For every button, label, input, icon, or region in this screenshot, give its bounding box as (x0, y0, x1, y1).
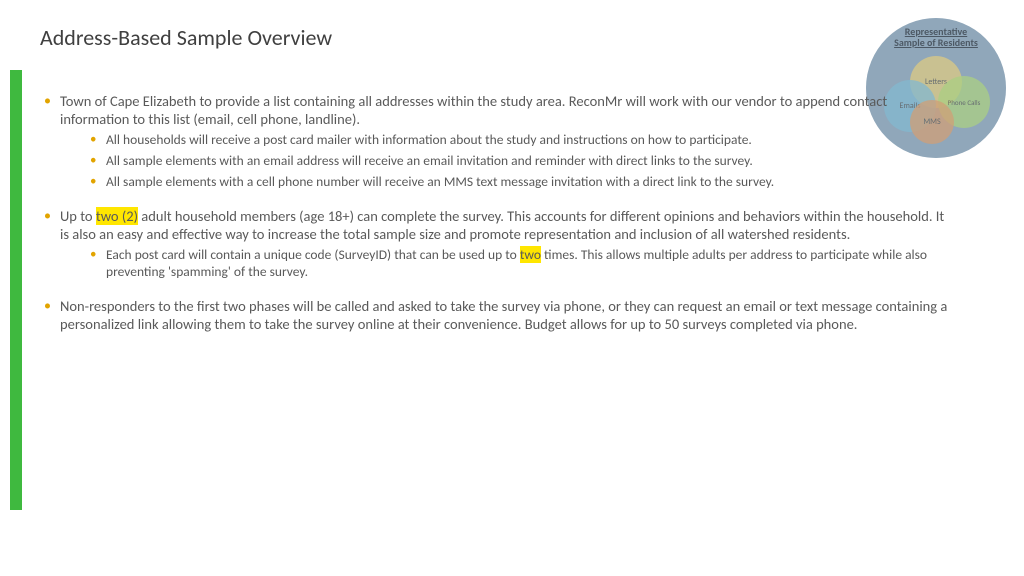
bullet-1-sub-2: All sample elements with an email addres… (90, 153, 956, 170)
bullet-2-sub-1-highlight: two (520, 246, 541, 263)
badge-title: Representative Sample of Residents (866, 26, 1006, 48)
bullet-1-text: Town of Cape Elizabeth to provide a list… (60, 92, 887, 128)
bullet-3: Non-responders to the first two phases w… (44, 297, 956, 333)
badge-title-line2: Sample of Residents (894, 36, 978, 49)
bullet-2-highlight: two (2) (96, 207, 138, 225)
bullet-2-sub-1-pre: Each post card will contain a unique cod… (106, 246, 520, 263)
slide-content: Town of Cape Elizabeth to provide a list… (44, 92, 956, 339)
bullet-2-pre: Up to (60, 207, 96, 225)
page-title: Address-Based Sample Overview (40, 24, 332, 51)
bullet-2-post: adult household members (age 18+) can co… (60, 207, 944, 243)
bullet-2-sub-1: Each post card will contain a unique cod… (90, 247, 956, 281)
bullet-1-sub-3: All sample elements with a cell phone nu… (90, 174, 956, 191)
bullet-1-sub-1: All households will receive a post card … (90, 132, 956, 149)
bullet-1: Town of Cape Elizabeth to provide a list… (44, 92, 956, 191)
accent-bar (10, 70, 22, 510)
bullet-2: Up to two (2) adult household members (a… (44, 207, 956, 281)
